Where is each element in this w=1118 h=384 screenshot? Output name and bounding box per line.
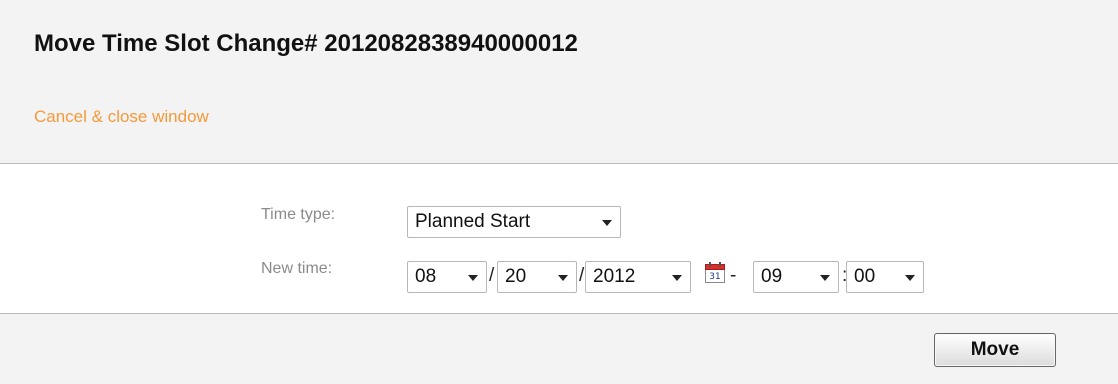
chevron-down-icon bbox=[468, 275, 478, 281]
page-title: Move Time Slot Change# 20120828389400000… bbox=[34, 30, 578, 57]
new-time-label: New time: bbox=[261, 260, 333, 277]
year-value: 2012 bbox=[593, 266, 636, 287]
day-value: 20 bbox=[505, 266, 527, 287]
hour-select[interactable]: 09 bbox=[753, 261, 839, 293]
chevron-down-icon bbox=[905, 275, 915, 281]
month-select[interactable]: 08 bbox=[407, 261, 487, 293]
calendar-day-text: 31 bbox=[709, 272, 720, 282]
time-type-select[interactable]: Planned Start bbox=[407, 206, 621, 238]
move-button[interactable]: Move bbox=[934, 333, 1056, 367]
form-body: Time type: Planned Start New time: 08 / … bbox=[0, 164, 1118, 312]
date-separator: / bbox=[579, 265, 585, 286]
calendar-icon[interactable]: 31 bbox=[705, 262, 725, 283]
year-select[interactable]: 2012 bbox=[585, 261, 691, 293]
chevron-down-icon bbox=[820, 275, 830, 281]
day-select[interactable]: 20 bbox=[497, 261, 577, 293]
chevron-down-icon bbox=[558, 275, 568, 281]
cancel-close-link[interactable]: Cancel & close window bbox=[34, 107, 209, 127]
month-value: 08 bbox=[415, 266, 437, 287]
dialog-footer: Move bbox=[0, 313, 1118, 384]
chevron-down-icon bbox=[672, 275, 682, 281]
time-type-value: Planned Start bbox=[415, 211, 531, 232]
dialog-header: Move Time Slot Change# 20120828389400000… bbox=[0, 0, 1118, 164]
minute-value: 00 bbox=[854, 266, 876, 287]
minute-select[interactable]: 00 bbox=[846, 261, 924, 293]
time-type-label: Time type: bbox=[261, 206, 336, 223]
hour-value: 09 bbox=[761, 266, 783, 287]
time-dash: - bbox=[730, 265, 737, 286]
date-separator: / bbox=[489, 265, 495, 286]
chevron-down-icon bbox=[602, 220, 612, 226]
